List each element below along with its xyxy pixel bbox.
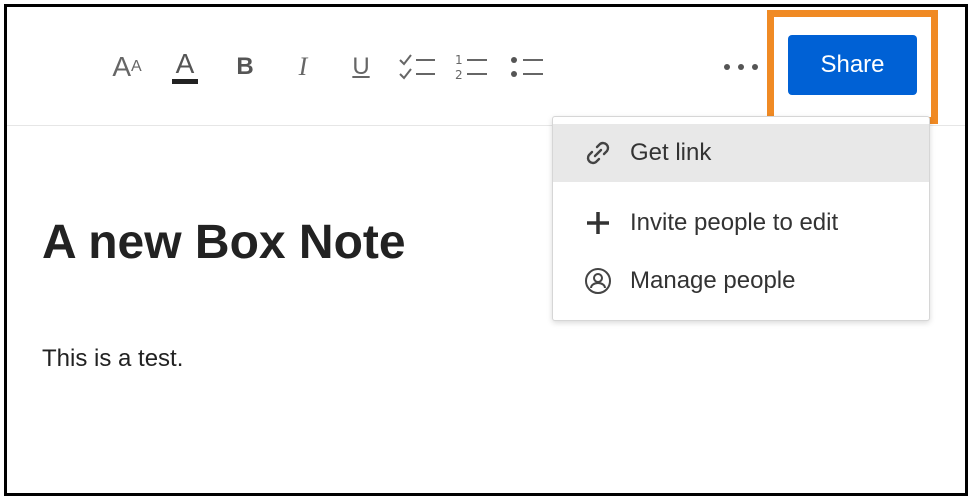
plus-icon: [581, 206, 615, 240]
share-button[interactable]: Share: [788, 35, 917, 95]
app-window: AA A B I U 1 2 Share A new Box Note This…: [4, 4, 968, 496]
menu-item-label: Invite people to edit: [630, 209, 839, 236]
menu-item-label: Manage people: [630, 267, 796, 294]
menu-item-manage-people[interactable]: Manage people: [553, 252, 929, 310]
share-dropdown-menu: Get link Invite people to edit Manage pe…: [552, 116, 930, 321]
italic-icon[interactable]: I: [285, 45, 321, 89]
numbered-list-icon[interactable]: 1 2: [451, 45, 491, 89]
formatting-toolbar: AA A B I U 1 2 Share: [7, 7, 965, 126]
link-icon: [581, 136, 615, 170]
menu-item-invite-people[interactable]: Invite people to edit: [553, 194, 929, 252]
menu-item-get-link[interactable]: Get link: [553, 124, 929, 182]
svg-text:2: 2: [455, 68, 463, 82]
menu-item-label: Get link: [630, 139, 712, 166]
note-body[interactable]: This is a test.: [42, 345, 183, 373]
svg-text:1: 1: [455, 53, 463, 67]
note-title[interactable]: A new Box Note: [42, 215, 406, 270]
text-color-icon[interactable]: A: [165, 45, 205, 89]
checklist-icon[interactable]: [395, 45, 439, 89]
bulleted-list-icon[interactable]: [507, 45, 547, 89]
person-circle-icon: [581, 264, 615, 298]
underline-icon[interactable]: U: [343, 45, 379, 89]
bold-icon[interactable]: B: [227, 45, 263, 89]
text-size-icon[interactable]: AA: [103, 45, 151, 89]
more-options-icon[interactable]: [719, 45, 767, 89]
